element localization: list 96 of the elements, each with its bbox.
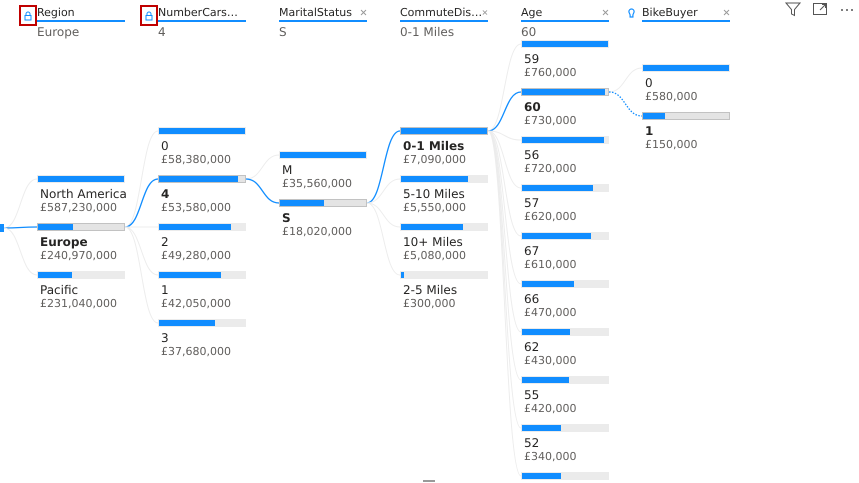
bar-track[interactable] bbox=[521, 328, 609, 336]
node-label: 2-5 Miles bbox=[403, 283, 458, 297]
connector-line bbox=[608, 68, 642, 92]
root-bar bbox=[0, 224, 4, 232]
selected-value: S bbox=[279, 25, 288, 39]
node-label: 3 bbox=[161, 331, 170, 345]
bar-track[interactable] bbox=[521, 136, 609, 144]
node-value: £430,000 bbox=[524, 354, 578, 367]
node-value: £470,000 bbox=[524, 306, 578, 319]
bar-track[interactable] bbox=[521, 88, 609, 96]
node-value: £620,000 bbox=[524, 210, 578, 223]
lightbulb-icon[interactable] bbox=[628, 8, 635, 19]
node-value: £7,090,000 bbox=[403, 153, 467, 166]
bar-track[interactable] bbox=[158, 175, 246, 183]
node-label: Europe bbox=[40, 235, 89, 249]
node-value: £18,020,000 bbox=[282, 225, 353, 238]
node-value: £300,000 bbox=[403, 297, 456, 310]
column-title: Age bbox=[521, 6, 542, 18]
expand-icon[interactable] bbox=[812, 1, 828, 17]
node-label: North America bbox=[40, 187, 125, 201]
node-value: £150,000 bbox=[645, 138, 698, 151]
node-value: £610,000 bbox=[524, 258, 578, 271]
node-value: £35,560,000 bbox=[282, 177, 353, 190]
connector-line bbox=[246, 154, 280, 180]
bar-track[interactable] bbox=[158, 271, 246, 279]
bar-track[interactable] bbox=[37, 271, 125, 279]
node-value: £5,550,000 bbox=[403, 201, 467, 214]
bar-track[interactable] bbox=[521, 472, 609, 480]
column-title: CommuteDis… bbox=[400, 6, 482, 18]
column-title: BikeBuyer bbox=[642, 6, 698, 18]
node-label: 59 bbox=[524, 52, 540, 66]
bar-track[interactable] bbox=[158, 223, 246, 231]
node-label: S bbox=[282, 211, 292, 225]
node-label: 1 bbox=[645, 124, 654, 138]
node-label: 62 bbox=[524, 340, 540, 354]
node-label: 0-1 Miles bbox=[403, 139, 466, 153]
node-value: £37,680,000 bbox=[161, 345, 232, 358]
bar-track[interactable] bbox=[279, 199, 367, 207]
node-label: 4 bbox=[161, 187, 170, 201]
lock-icon[interactable] bbox=[140, 5, 158, 26]
bar-track[interactable] bbox=[521, 232, 609, 240]
node-label: 1 bbox=[161, 283, 170, 297]
node-value: £730,000 bbox=[524, 114, 578, 127]
selected-value: Europe bbox=[37, 25, 80, 39]
node-value: £53,580,000 bbox=[161, 201, 232, 214]
bar-track[interactable] bbox=[521, 280, 609, 288]
node-label: 66 bbox=[524, 292, 540, 306]
bar-track[interactable] bbox=[521, 184, 609, 192]
node-value: £240,970,000 bbox=[40, 249, 118, 262]
column-title: NumberCars… bbox=[158, 6, 238, 18]
connector-line bbox=[246, 178, 280, 204]
filter-icon[interactable] bbox=[785, 1, 801, 17]
column-title: MaritalStatus bbox=[279, 6, 352, 18]
bar-track[interactable] bbox=[400, 271, 488, 279]
node-label: 55 bbox=[524, 388, 540, 402]
connector-line bbox=[608, 91, 642, 117]
column-title: Region bbox=[37, 6, 75, 18]
node-label: Pacific bbox=[40, 283, 80, 297]
bar-track[interactable] bbox=[400, 223, 488, 231]
close-icon[interactable] bbox=[360, 8, 367, 16]
node-label: 0 bbox=[645, 76, 654, 90]
node-label: M bbox=[282, 163, 294, 177]
bar-track[interactable] bbox=[521, 376, 609, 384]
node-value: £580,000 bbox=[645, 90, 698, 103]
bar-track[interactable] bbox=[521, 424, 609, 432]
node-label: 67 bbox=[524, 244, 540, 258]
node-value: £42,050,000 bbox=[161, 297, 232, 310]
node-value: £58,380,000 bbox=[161, 153, 232, 166]
bar-track[interactable] bbox=[37, 223, 125, 231]
lock-icon[interactable] bbox=[19, 5, 37, 26]
close-icon[interactable] bbox=[482, 8, 488, 16]
node-label: 5-10 Miles bbox=[403, 187, 466, 201]
node-value: £231,040,000 bbox=[40, 297, 118, 310]
node-value: £5,080,000 bbox=[403, 249, 467, 262]
bar-track[interactable] bbox=[400, 175, 488, 183]
node-value: £760,000 bbox=[524, 66, 578, 79]
bar-track[interactable] bbox=[158, 319, 246, 327]
close-icon[interactable] bbox=[602, 8, 609, 16]
node-label: 2 bbox=[161, 235, 170, 249]
node-label: 60 bbox=[524, 100, 542, 114]
selected-value: 4 bbox=[158, 25, 167, 39]
node-value: £720,000 bbox=[524, 162, 578, 175]
selected-value: 60 bbox=[521, 25, 538, 39]
node-label: 52 bbox=[524, 436, 540, 450]
scroll-handle[interactable] bbox=[423, 480, 435, 482]
selected-value: 0-1 Miles bbox=[400, 25, 456, 39]
node-label: 0 bbox=[161, 139, 170, 153]
close-icon[interactable] bbox=[723, 8, 730, 16]
node-value: £587,230,000 bbox=[40, 201, 118, 214]
node-value: £49,280,000 bbox=[161, 249, 232, 262]
node-label: 57 bbox=[524, 196, 540, 210]
bar-track[interactable] bbox=[642, 112, 730, 120]
node-label: 10+ Miles bbox=[403, 235, 464, 249]
node-value: £340,000 bbox=[524, 450, 578, 463]
node-label: 56 bbox=[524, 148, 540, 162]
node-value: £420,000 bbox=[524, 402, 578, 415]
